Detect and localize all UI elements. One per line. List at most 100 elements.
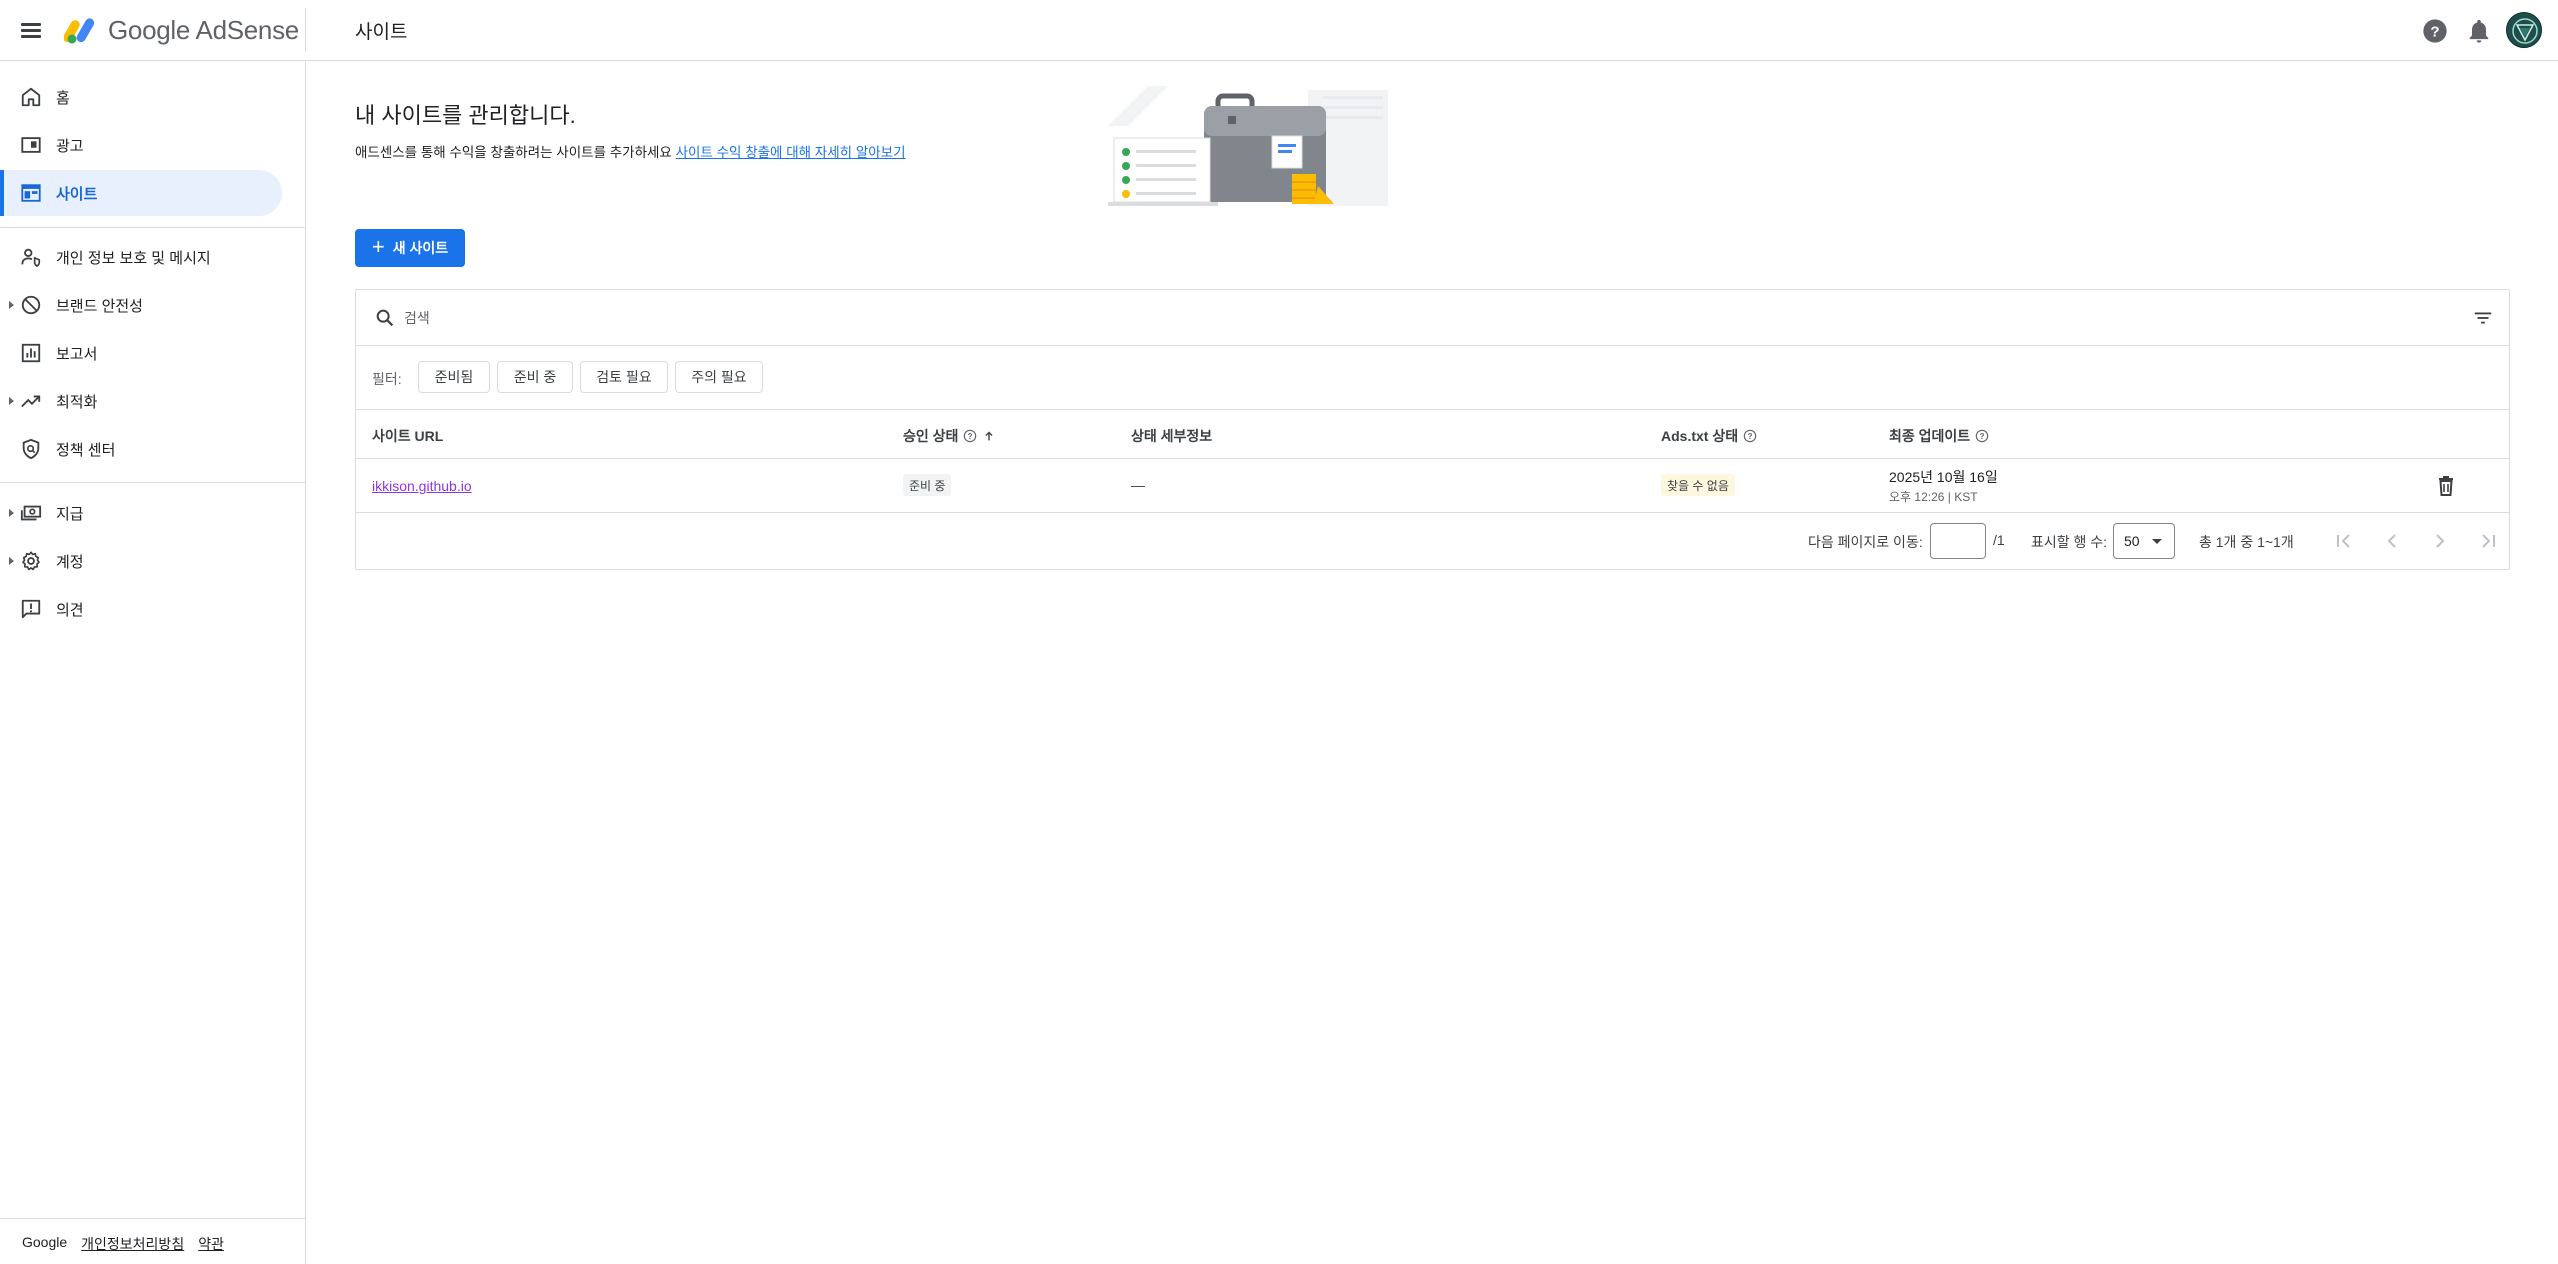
filter-chip-needs-review[interactable]: 검토 필요	[580, 361, 668, 393]
filter-chip-needs-attention[interactable]: 주의 필요	[675, 361, 763, 393]
sidebar-footer: Google 개인정보처리방침 약관	[22, 1234, 224, 1254]
privacy-messaging-icon	[21, 248, 41, 267]
sidebar-divider	[0, 482, 306, 483]
reports-icon	[21, 343, 41, 363]
column-header-approval-status[interactable]: 승인 상태 ?	[903, 426, 996, 446]
total-pages-label: /1	[1993, 532, 2005, 548]
dropdown-arrow-icon	[2152, 539, 2162, 544]
adsense-logo-icon	[64, 18, 95, 44]
sidebar-item-policy-center[interactable]: 정책 센터	[0, 426, 282, 472]
sidebar-item-label: 지급	[56, 505, 84, 523]
sidebar-item-label: 사이트	[56, 185, 98, 203]
page-title: 사이트	[355, 22, 408, 43]
site-url-link[interactable]: ikkison.github.io	[372, 478, 472, 494]
adsense-logo[interactable]: Google AdSense	[64, 15, 299, 45]
ads-txt-status-badge: 찾을 수 없음	[1661, 474, 1735, 496]
filter-chip-ready[interactable]: 준비됨	[418, 361, 490, 393]
sidebar-item-label: 브랜드 안전성	[56, 297, 143, 315]
sidebar-divider	[0, 227, 306, 228]
column-header-last-updated[interactable]: 최종 업데이트 ?	[1889, 426, 1989, 446]
filter-label: 필터:	[372, 371, 402, 387]
sidebar-item-sites[interactable]: 사이트	[0, 170, 282, 216]
column-header-status-detail: 상태 세부정보	[1131, 426, 1212, 446]
filter-chip-getting-ready[interactable]: 준비 중	[497, 361, 573, 393]
logo-text: Google AdSense	[108, 14, 299, 45]
sidebar-item-label: 정책 센터	[56, 441, 116, 459]
rows-per-page-select[interactable]: 50	[2113, 523, 2175, 559]
sidebar-item-feedback[interactable]: 의견	[0, 586, 282, 632]
subtitle-text: 애드센스를 통해 수익을 창출하려는 사이트를 추가하세요	[355, 145, 672, 160]
goto-page-input[interactable]	[1930, 523, 1986, 559]
svg-text:?: ?	[1748, 432, 1753, 441]
approval-status-badge: 준비 중	[903, 474, 952, 496]
sidebar-item-label: 홈	[56, 89, 70, 107]
search-icon	[376, 309, 394, 327]
column-header-site-url[interactable]: 사이트 URL	[372, 426, 443, 446]
home-icon	[21, 87, 41, 107]
main-heading: 내 사이트를 관리합니다.	[355, 103, 576, 128]
column-header-label: 최종 업데이트	[1889, 428, 1971, 444]
status-detail-value: —	[1131, 477, 1145, 493]
sidebar-item-privacy-messaging[interactable]: 개인 정보 보호 및 메시지	[0, 234, 282, 280]
rows-per-page-label: 표시할 행 수:	[2031, 534, 2108, 550]
search-input[interactable]	[404, 304, 2204, 332]
previous-page-icon[interactable]	[2380, 529, 2404, 553]
footer-terms-link[interactable]: 약관	[198, 1234, 224, 1254]
column-header-label: Ads.txt 상태	[1661, 428, 1739, 444]
expand-caret-icon	[9, 397, 14, 405]
sidebar-item-reports[interactable]: 보고서	[0, 330, 282, 376]
last-updated-time: 오후 12:26 | KST	[1889, 490, 1978, 504]
main-menu-button[interactable]	[18, 18, 44, 44]
policy-shield-icon	[22, 438, 40, 460]
last-page-icon[interactable]	[2476, 529, 2500, 553]
account-avatar[interactable]	[2506, 12, 2542, 48]
sidebar-item-payments[interactable]: 지급	[0, 490, 282, 536]
filter-chips-row: 필터: 준비됨 준비 중 검토 필요 주의 필요	[356, 346, 2509, 410]
sites-icon	[21, 184, 41, 202]
plus-icon: +	[371, 234, 385, 259]
first-page-icon[interactable]	[2332, 529, 2356, 553]
main-subtitle: 애드센스를 통해 수익을 창출하려는 사이트를 추가하세요 사이트 수익 창출에…	[355, 141, 906, 161]
search-bar	[356, 290, 2509, 346]
pagination-bar: 다음 페이지로 이동: /1 표시할 행 수: 50 총 1개 중 1~1개	[356, 513, 2509, 569]
sidebar-item-label: 개인 정보 보호 및 메시지	[56, 249, 211, 267]
footer-privacy-link[interactable]: 개인정보처리방침	[81, 1234, 184, 1254]
delete-trash-icon[interactable]	[2434, 474, 2458, 498]
sidebar-item-label: 의견	[56, 601, 84, 619]
column-header-label: 사이트 URL	[372, 428, 444, 444]
range-indicator: 총 1개 중 1~1개	[2199, 534, 2294, 550]
last-updated-date: 2025년 10월 16일	[1889, 469, 1998, 485]
column-header-ads-txt[interactable]: Ads.txt 상태 ?	[1661, 426, 1757, 446]
sidebar-item-label: 광고	[56, 137, 84, 155]
expand-caret-icon	[9, 301, 14, 309]
goto-page-label: 다음 페이지로 이동:	[1808, 534, 1923, 550]
new-site-button[interactable]: + 새 사이트	[355, 229, 465, 267]
expand-caret-icon	[9, 509, 14, 517]
learn-more-link[interactable]: 사이트 수익 창출에 대해 자세히 알아보기	[676, 145, 906, 160]
payments-icon	[20, 505, 42, 521]
column-header-label: 상태 세부정보	[1131, 428, 1213, 444]
help-outline-icon[interactable]: ?	[1743, 429, 1757, 443]
sites-table-card: 필터: 준비됨 준비 중 검토 필요 주의 필요 사이트 URL 승인 상태 ?…	[355, 289, 2510, 570]
table-row: ikkison.github.io 준비 중 — 찾을 수 없음 2025년 1…	[356, 459, 2509, 513]
svg-text:?: ?	[2430, 23, 2439, 40]
help-outline-icon[interactable]: ?	[963, 429, 977, 443]
sidebar-item-account[interactable]: 계정	[0, 538, 282, 584]
sidebar: 홈 광고 사이트 개인 정보 보호 및 메시지 브랜드 안전성 보고서 최적화 …	[0, 61, 306, 1264]
help-outline-icon[interactable]: ?	[1975, 429, 1989, 443]
sidebar-item-brand-safety[interactable]: 브랜드 안전성	[0, 282, 282, 328]
sites-illustration	[1108, 86, 1388, 206]
notifications-bell-icon[interactable]	[2465, 17, 2493, 45]
expand-caret-icon	[9, 557, 14, 565]
filter-list-icon[interactable]	[2472, 307, 2494, 329]
sidebar-item-optimization[interactable]: 최적화	[0, 378, 282, 424]
sidebar-item-home[interactable]: 홈	[0, 74, 282, 120]
sidebar-item-label: 계정	[56, 553, 84, 571]
help-icon[interactable]: ?	[2421, 17, 2449, 45]
sort-arrow-up-icon[interactable]	[982, 429, 996, 443]
trending-up-icon	[21, 395, 41, 408]
sidebar-item-ads[interactable]: 광고	[0, 122, 282, 168]
next-page-icon[interactable]	[2428, 529, 2452, 553]
sidebar-item-label: 보고서	[56, 345, 98, 363]
footer-google-label: Google	[22, 1234, 68, 1250]
